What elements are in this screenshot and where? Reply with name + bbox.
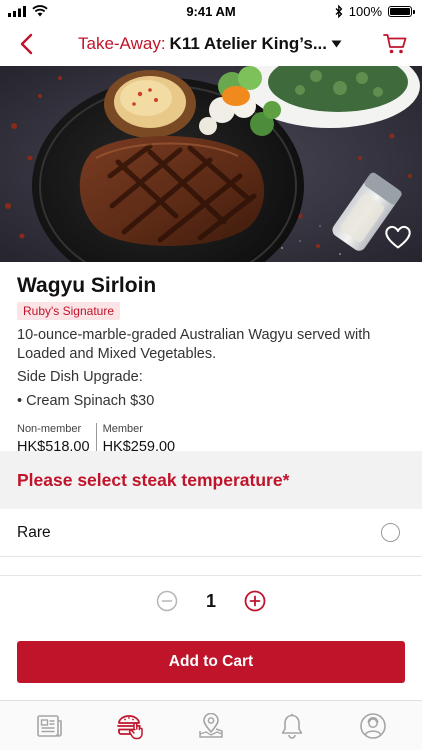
tab-order[interactable] (110, 706, 150, 746)
tab-bar (0, 700, 422, 750)
tab-news[interactable] (29, 706, 69, 746)
item-description: 10-ounce-marble-graded Australian Wagyu … (17, 327, 371, 362)
minus-circle-icon (156, 590, 178, 612)
battery-icon (388, 5, 415, 17)
favorite-button[interactable] (384, 224, 412, 252)
store-name: K11 Atelier King’s... (169, 34, 328, 53)
radio-button[interactable] (381, 523, 400, 542)
location-pin-icon (199, 712, 223, 738)
bell-icon (281, 713, 303, 739)
profile-icon (360, 712, 387, 739)
side-dish-label: Side Dish Upgrade: (17, 369, 143, 385)
option-label: Rare (17, 523, 51, 541)
decrease-quantity-button[interactable] (156, 590, 178, 612)
store-selector[interactable]: Take-Away: K11 Atelier King’s... (40, 34, 380, 54)
cart-icon (383, 34, 407, 54)
back-button[interactable] (12, 30, 40, 58)
status-right: 100% (335, 3, 415, 19)
price-label: Non-member (17, 423, 82, 435)
nav-bar: Take-Away: K11 Atelier King’s... (0, 22, 422, 66)
chevron-left-icon (20, 33, 33, 55)
cart-button[interactable] (380, 29, 410, 59)
side-dish-item: • Cream Spinach $30 (17, 393, 155, 409)
item-title: Wagyu Sirloin (17, 274, 157, 297)
price-label: Member (102, 423, 143, 435)
cellular-signal-icon (8, 5, 26, 17)
quantity-value: 1 (205, 590, 216, 611)
increase-quantity-button[interactable] (244, 590, 266, 612)
quantity-stepper: 1 (0, 578, 422, 624)
news-icon (36, 714, 62, 737)
battery-level (390, 7, 410, 15)
divider (0, 575, 422, 576)
bluetooth-icon (335, 4, 343, 18)
order-mode-label: Take-Away: (77, 34, 166, 53)
temperature-option-rare[interactable]: Rare (0, 509, 422, 557)
signature-tag: Ruby's Signature (17, 302, 121, 320)
wifi-icon (32, 5, 48, 17)
tab-notifications[interactable] (272, 706, 312, 746)
add-to-cart-button[interactable]: Add to Cart (17, 641, 405, 683)
caret-down-icon (331, 40, 342, 48)
battery-percent: 100% (348, 3, 382, 19)
plus-circle-icon (244, 590, 266, 612)
tab-locations[interactable] (191, 706, 231, 746)
item-details: Wagyu Sirloin Ruby's Signature 10-ounce-… (0, 262, 422, 456)
dish-image (0, 66, 422, 262)
status-left (8, 5, 48, 17)
temperature-heading: Please select steak temperature* (17, 469, 290, 490)
temperature-section-header: Please select steak temperature* (0, 451, 422, 509)
status-bar: 9:41 AM 100% (0, 0, 422, 22)
steak-photo (0, 66, 422, 262)
tab-profile[interactable] (353, 706, 393, 746)
heart-icon (385, 225, 411, 249)
burger-order-icon (116, 714, 143, 739)
